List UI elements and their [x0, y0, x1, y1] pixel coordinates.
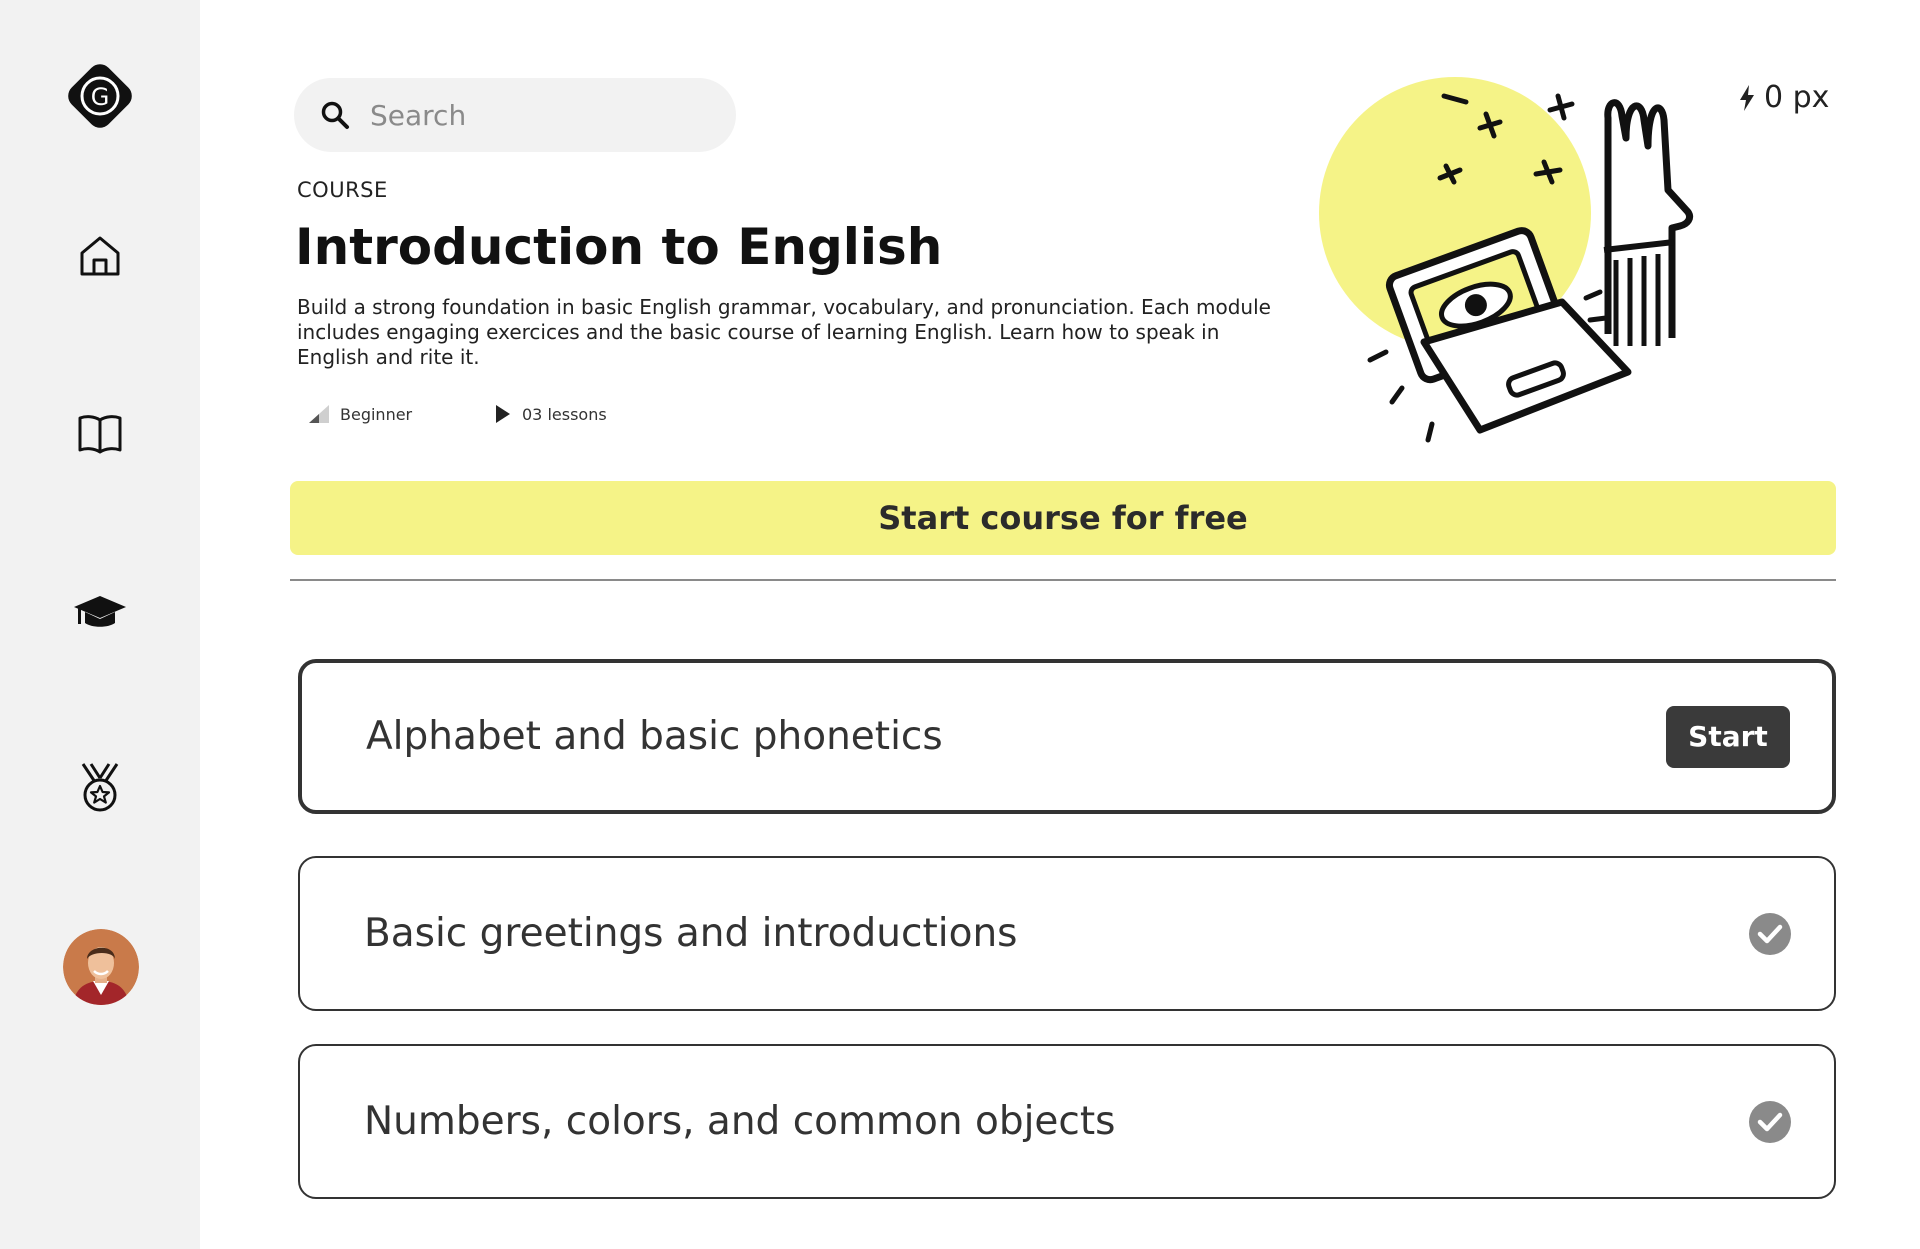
home-icon [80, 236, 120, 276]
laptop-illustration [1319, 77, 1694, 443]
course-level: Beginner [308, 404, 412, 424]
search-bar[interactable] [294, 78, 736, 152]
graduation-cap-icon [74, 596, 126, 627]
logo-icon: G [68, 64, 132, 128]
medal-icon [81, 763, 119, 812]
course-level-label: Beginner [340, 404, 413, 424]
lesson-card[interactable]: Numbers, colors, and common objects [298, 1044, 1836, 1199]
sidebar-item-home[interactable] [60, 216, 140, 296]
search-input[interactable] [370, 98, 700, 132]
logo-letter: G [91, 83, 110, 111]
course-lessons-label: 03 lessons [522, 404, 607, 424]
lesson-card[interactable]: Alphabet and basic phonetics Start [298, 659, 1836, 814]
app-logo[interactable]: G [60, 56, 140, 136]
sidebar: G [0, 0, 200, 1249]
lesson-title: Alphabet and basic phonetics [366, 714, 943, 759]
course-description: Build a strong foundation in basic Engli… [297, 295, 1271, 369]
lesson-title: Basic greetings and introductions [364, 911, 1018, 956]
check-circle-icon [1749, 912, 1791, 955]
section-divider [290, 579, 1836, 581]
avatar[interactable] [63, 929, 139, 1005]
book-icon [78, 415, 122, 454]
user-avatar-image [63, 929, 139, 1005]
level-signal-icon [309, 405, 329, 423]
course-lessons-count: 03 lessons [494, 404, 607, 424]
start-lesson-button[interactable]: Start [1666, 705, 1790, 768]
sidebar-item-courses[interactable] [60, 394, 140, 474]
sidebar-item-learning[interactable] [60, 572, 140, 652]
sidebar-item-achievements[interactable] [60, 748, 140, 828]
xp-value: 0 px [1764, 80, 1830, 115]
check-circle-icon [1749, 1100, 1791, 1143]
lightning-icon [1740, 84, 1754, 111]
xp-counter: 0 px [1738, 80, 1829, 115]
page-title: Introduction to English [295, 218, 943, 276]
start-course-button[interactable]: Start course for free [290, 481, 1836, 555]
course-eyebrow: COURSE [297, 178, 388, 202]
play-icon [496, 405, 510, 423]
lesson-title: Numbers, colors, and common objects [364, 1099, 1116, 1144]
lesson-card[interactable]: Basic greetings and introductions [298, 856, 1836, 1011]
search-icon [321, 101, 349, 129]
